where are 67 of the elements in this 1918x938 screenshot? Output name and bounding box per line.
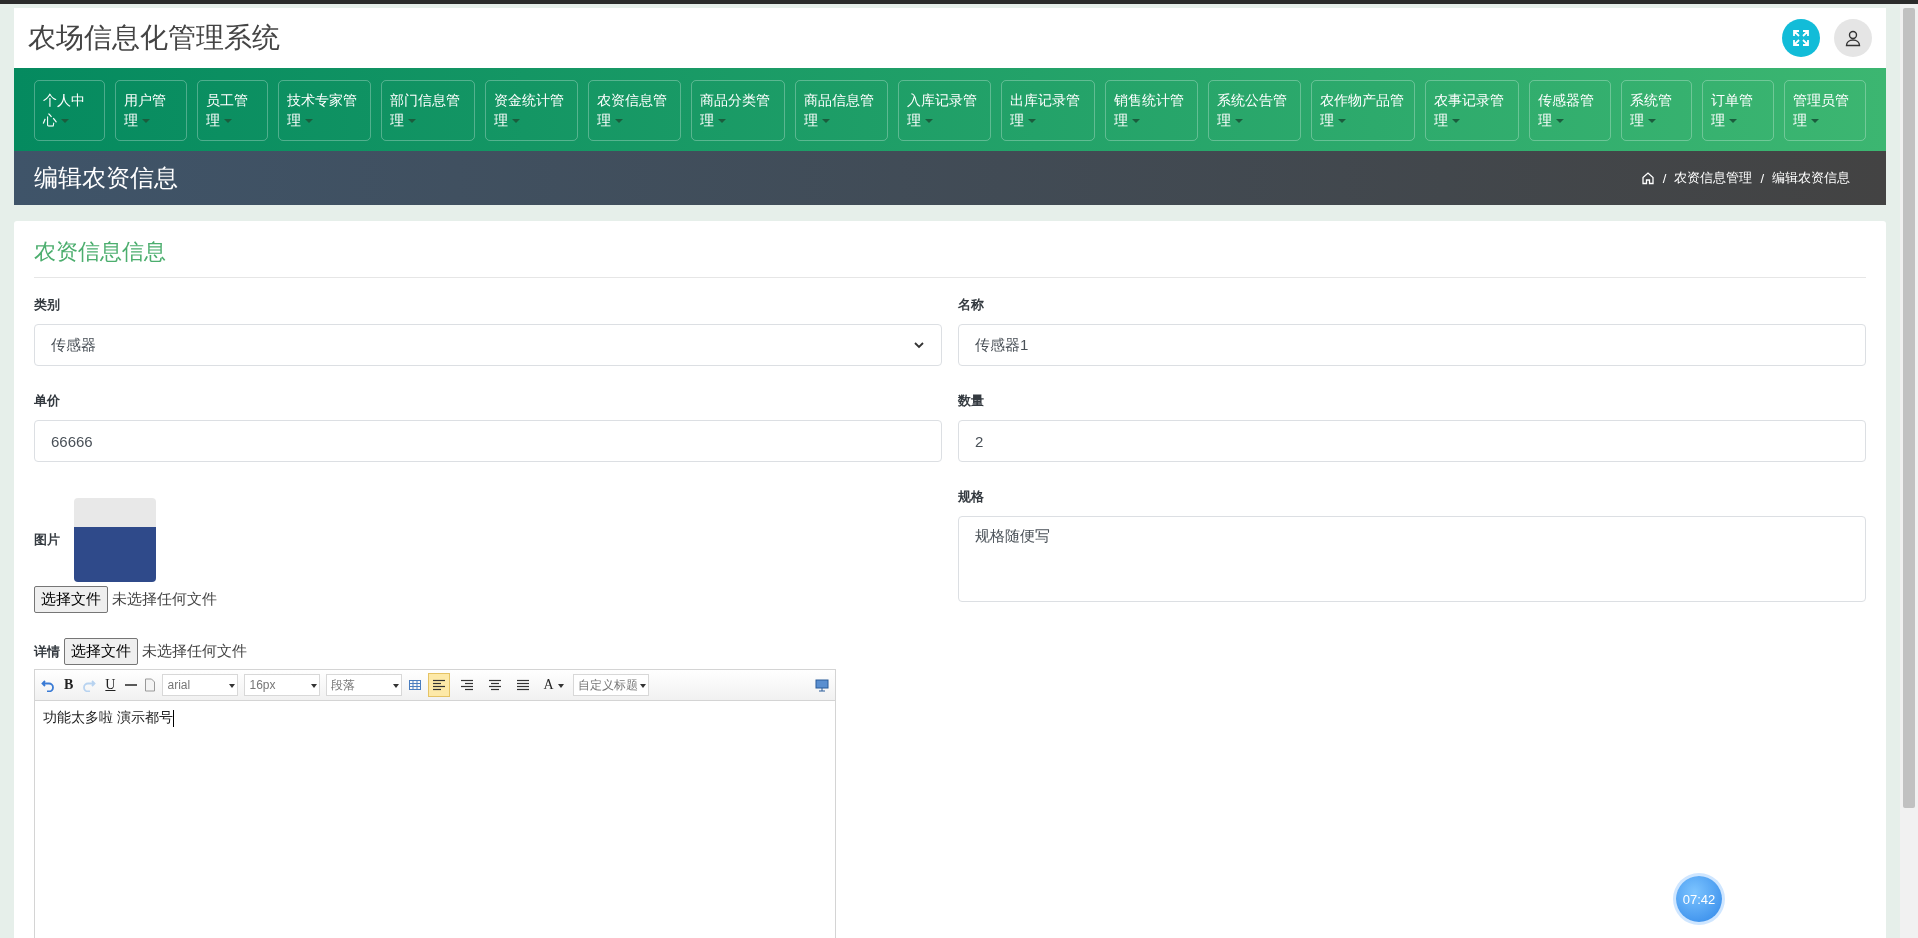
user-icon (1844, 29, 1862, 47)
breadcrumb-separator: / (1662, 170, 1667, 186)
nav-menu-item[interactable]: 员工管理 (196, 80, 269, 141)
nav-menu-item[interactable]: 入库记录管理 (897, 80, 992, 141)
scrollbar[interactable] (1900, 4, 1918, 938)
nav-menu-item[interactable]: 商品信息管理 (794, 80, 888, 141)
nav-menu-item[interactable]: 用户管理 (115, 80, 187, 141)
nav-menu-item[interactable]: 资金统计管理 (484, 80, 578, 141)
user-button[interactable] (1834, 19, 1872, 57)
text-align-icon (460, 679, 475, 691)
monitor-icon[interactable] (815, 678, 829, 692)
nav-menu-item[interactable]: 商品分类管理 (691, 80, 785, 141)
file-status: 未选择任何文件 (112, 590, 217, 609)
field-label: 详情 (34, 642, 60, 661)
editor-content[interactable]: 功能太多啦 演示都号 (35, 701, 835, 735)
timer-badge: 07:42 (1676, 876, 1722, 922)
nav-menu-item[interactable]: 农事记录管理 (1425, 80, 1519, 141)
breadcrumb-current: 编辑农资信息 (1772, 169, 1850, 187)
text-align-icon (488, 679, 503, 691)
category-select[interactable]: 传感器 (34, 324, 942, 366)
choose-file-button[interactable]: 选择文件 (64, 638, 138, 665)
page-title: 编辑农资信息 (34, 163, 178, 193)
expand-arrows-icon (1792, 29, 1810, 47)
font-color-button[interactable]: A (540, 677, 567, 693)
font-select[interactable]: arial (162, 674, 239, 696)
nav-menu-item[interactable]: 技术专家管理 (278, 80, 372, 141)
paragraph-select[interactable]: 段落 (326, 674, 403, 696)
field-label: 数量 (958, 392, 984, 410)
table-icon[interactable] (408, 678, 423, 692)
undo-icon[interactable] (41, 678, 55, 692)
align-button[interactable] (428, 673, 451, 697)
nav-menu-item[interactable]: 农资信息管理 (587, 80, 682, 141)
card-title: 农资信息信息 (34, 233, 1866, 278)
name-input[interactable]: 传感器1 (958, 324, 1866, 366)
choose-file-button[interactable]: 选择文件 (34, 586, 108, 613)
editor-text: 功能太多啦 演示都号 (43, 709, 173, 727)
font-size-select[interactable]: 16px (244, 674, 321, 696)
price-input[interactable]: 66666 (34, 420, 942, 462)
nav-menu-item[interactable]: 系统公告管理 (1207, 80, 1302, 141)
app-title: 农场信息化管理系统 (28, 21, 280, 55)
underline-button[interactable]: U (102, 677, 119, 693)
field-label: 图片 (34, 531, 60, 549)
heading-select[interactable]: 自定义标题 (572, 674, 649, 696)
nav-menu-item[interactable]: 出库记录管理 (1001, 80, 1095, 141)
field-label: 单价 (34, 392, 60, 410)
nav-menu-item[interactable]: 个人中心 (34, 80, 106, 141)
bold-button[interactable]: B (61, 677, 77, 693)
nav-menu-item[interactable]: 传感器管理 (1528, 80, 1612, 141)
field-label: 规格 (958, 488, 984, 506)
nav-menu-item[interactable]: 系统管理 (1621, 80, 1693, 141)
spec-textarea[interactable]: 规格随便写 (958, 516, 1866, 602)
nav-menu-item[interactable]: 订单管理 (1702, 80, 1774, 141)
nav-menu-item[interactable]: 部门信息管理 (381, 80, 475, 141)
text-align-icon (516, 679, 531, 691)
page-icon[interactable] (144, 678, 157, 692)
field-label: 名称 (958, 296, 984, 314)
home-icon[interactable] (1640, 171, 1655, 185)
quantity-input[interactable]: 2 (958, 420, 1866, 462)
text-align-icon (432, 679, 447, 691)
chevron-down-icon (913, 339, 925, 351)
file-status: 未选择任何文件 (142, 642, 247, 661)
nav-menu-item[interactable]: 管理员管理 (1783, 80, 1867, 141)
breadcrumb-link[interactable]: 农资信息管理 (1674, 169, 1753, 187)
field-label: 类别 (34, 296, 60, 314)
nav-menu-item[interactable]: 农作物产品管理 (1311, 80, 1416, 141)
breadcrumb-separator: / (1760, 170, 1764, 186)
nav-menu-item[interactable]: 销售统计管理 (1104, 80, 1198, 141)
